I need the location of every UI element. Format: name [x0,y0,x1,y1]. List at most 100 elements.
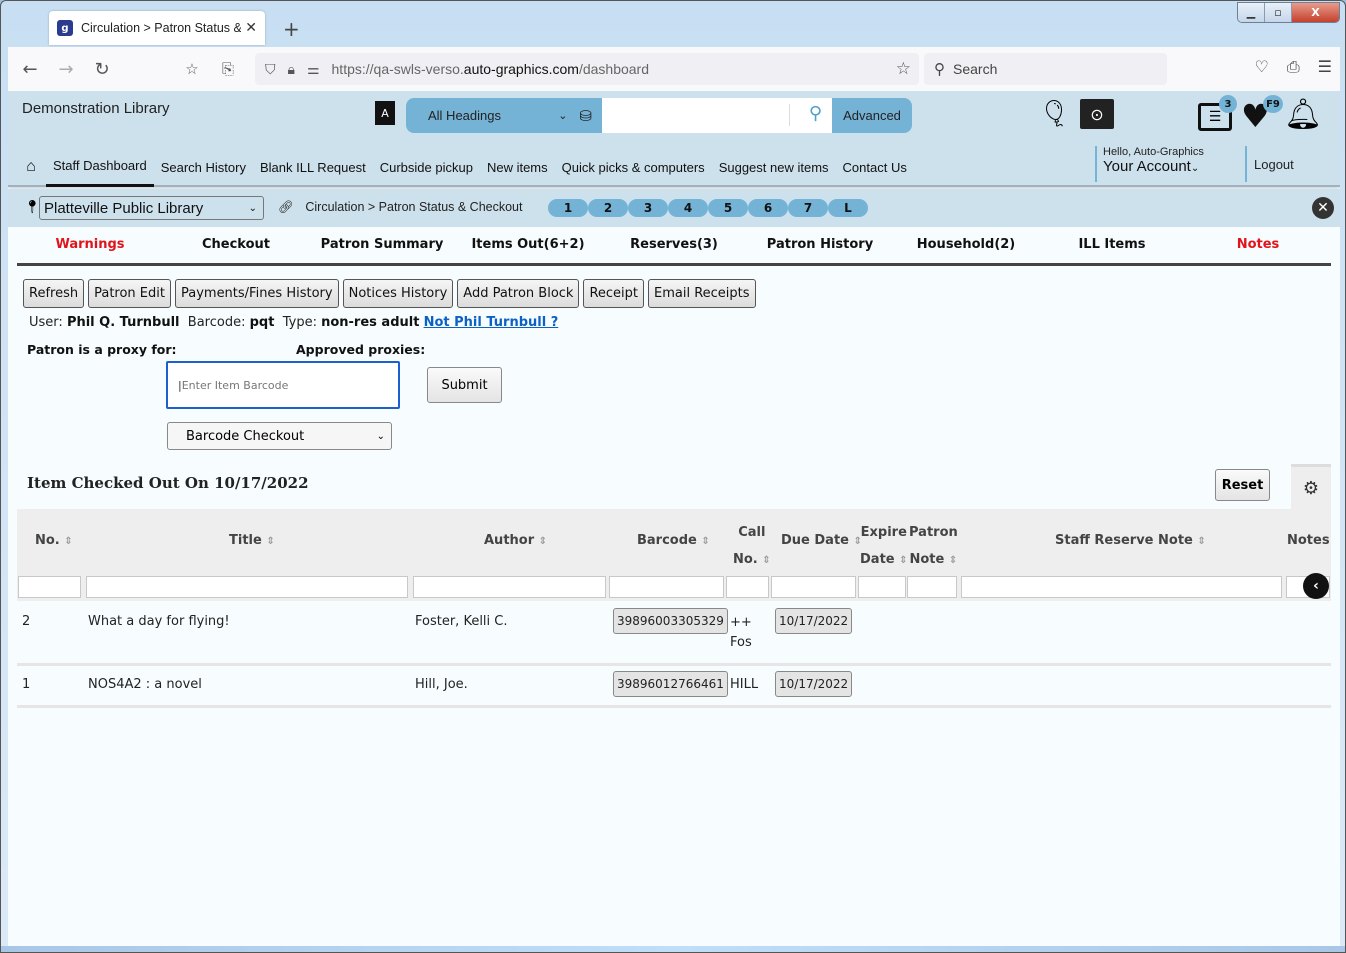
print-icon[interactable]: ⎙ [1287,57,1300,77]
bookmark-page-icon[interactable]: ☆ [174,60,210,78]
menu-item-quick-picks[interactable]: Quick picks & computers [555,147,712,187]
quick-pill-7[interactable]: 7 [788,199,828,217]
tab-items-out[interactable]: Items Out(6+2) [455,227,601,263]
payments-fines-history-button[interactable]: Payments/Fines History [174,279,339,308]
item-barcode-input[interactable]: | Enter Item Barcode [166,361,400,409]
quick-pill-1[interactable]: 1 [548,199,588,217]
menu-item-search-history[interactable]: Search History [154,147,253,187]
sort-icon[interactable]: ⇕ [701,536,709,547]
close-icon[interactable]: ✕ [1312,197,1334,219]
quick-pill-l[interactable]: L [828,199,868,217]
tab-ill-items[interactable]: ILL Items [1039,227,1185,263]
logout-link[interactable]: Logout [1245,146,1294,182]
reload-icon[interactable]: ↻ [84,59,120,80]
back-icon[interactable]: ← [12,59,48,80]
library-select[interactable]: Platteville Public Library ⌄ [39,196,264,220]
balloon-icon[interactable]: 🎈︎ [1038,99,1071,129]
col-author[interactable]: Author ⇕ [484,533,547,548]
star-icon[interactable]: ☆ [896,59,911,79]
col-call-no[interactable]: Call No. ⇕ [733,519,771,574]
filter-title[interactable] [86,576,408,598]
maximize-button[interactable]: ▫ [1265,3,1292,22]
filter-expire-date[interactable] [858,576,906,598]
tab-warnings[interactable]: Warnings [17,227,163,263]
new-tab-button[interactable]: + [283,17,300,41]
url-bar[interactable]: ⛉ 🔒︎ ⚌ https://qa-swls-verso.auto-graphi… [255,53,919,85]
filter-patron-note[interactable] [907,576,957,598]
quick-pill-4[interactable]: 4 [668,199,708,217]
visual-search-icon[interactable]: ⊙ [1080,99,1114,129]
sort-icon[interactable]: ⇕ [539,536,547,547]
row-barcode[interactable]: 39896012766461 [613,671,728,697]
home-icon[interactable]: ⌂ [16,158,46,176]
submit-button[interactable]: Submit [427,367,502,403]
sort-icon[interactable]: ⇕ [266,536,274,547]
sort-icon[interactable]: ⇕ [762,555,770,566]
filter-author[interactable] [413,576,606,598]
notices-history-button[interactable]: Notices History [342,279,454,308]
tab-patron-history[interactable]: Patron History [747,227,893,263]
menu-item-blank-ill-request[interactable]: Blank ILL Request [253,147,373,187]
row-title[interactable]: NOS4A2 : a novel [88,677,202,692]
col-patron-note[interactable]: Patron Note ⇕ [909,519,958,574]
tab-notes[interactable]: Notes [1185,227,1331,263]
patron-edit-button[interactable]: Patron Edit [88,279,171,308]
catalog-search-input[interactable]: ⚲ [602,98,832,133]
refresh-button[interactable]: Refresh [23,279,85,308]
browser-search[interactable]: ⚲ Search [924,53,1167,85]
email-receipts-button[interactable]: Email Receipts [648,279,756,308]
sort-icon[interactable]: ⇕ [64,536,72,547]
forward-icon[interactable]: → [48,59,84,80]
tab-checkout[interactable]: Checkout [163,227,309,263]
row-barcode[interactable]: 39896003305329 [613,608,728,634]
sort-icon[interactable]: ⇕ [1197,536,1205,547]
quick-pill-2[interactable]: 2 [588,199,628,217]
quick-pill-3[interactable]: 3 [628,199,668,217]
filter-staff-reserve-note[interactable] [961,576,1282,598]
filter-barcode[interactable] [609,576,724,598]
add-patron-block-button[interactable]: Add Patron Block [457,279,580,308]
row-title[interactable]: What a day for flying! [88,614,230,629]
database-icon[interactable]: ⛁ [579,107,592,125]
chevron-left-icon[interactable]: ‹ [1303,573,1329,599]
col-title[interactable]: Title ⇕ [229,533,275,548]
row-due-date[interactable]: 10/17/2022 [775,671,853,697]
share-icon[interactable]: ⎘ [210,60,246,78]
col-due-date[interactable]: Due Date ⇕ [781,533,862,548]
checkout-mode-select[interactable]: Barcode Checkout ⌄ [167,422,392,450]
tab-household[interactable]: Household(2) [893,227,1039,263]
tab-patron-summary[interactable]: Patron Summary [309,227,455,263]
tab-reserves[interactable]: Reserves(3) [601,227,747,263]
search-icon[interactable]: ⚲ [809,103,822,124]
menu-item-new-items[interactable]: New items [480,147,555,187]
menu-item-contact-us[interactable]: Contact Us [836,147,914,187]
not-patron-link[interactable]: Not Phil Turnbull ? [424,315,559,330]
close-tab-icon[interactable]: ✕ [245,20,257,36]
close-window-button[interactable]: X [1292,3,1339,22]
menu-item-curbside-pickup[interactable]: Curbside pickup [373,147,480,187]
filter-no[interactable] [18,576,81,598]
reset-button[interactable]: Reset [1215,469,1270,501]
filter-call-no[interactable] [726,576,769,598]
col-staff-reserve-note[interactable]: Staff Reserve Note ⇕ [1055,533,1206,548]
hamburger-menu-icon[interactable]: ☰ [1318,57,1332,77]
account-menu[interactable]: Hello, Auto-Graphics Your Account⌄ [1095,146,1204,182]
gear-icon[interactable]: ⚙ [1291,464,1331,510]
receipt-button[interactable]: Receipt [583,279,645,308]
bell-icon[interactable]: 🔔︎ [1284,97,1322,132]
advanced-search-button[interactable]: Advanced [832,98,912,133]
col-expire-date[interactable]: Expire Date ⇕ [860,519,908,574]
search-scope-select[interactable]: All Headings ⌄ ⛁ [406,98,602,133]
quick-pill-6[interactable]: 6 [748,199,788,217]
col-barcode[interactable]: Barcode ⇕ [637,533,710,548]
sort-icon[interactable]: ⇕ [949,555,957,566]
col-notes[interactable]: Notes [1287,533,1330,548]
sort-icon[interactable]: ⇕ [899,555,907,566]
minimize-button[interactable]: ▁ [1238,3,1265,22]
pocket-icon[interactable]: ♡ [1255,57,1269,77]
quick-pill-5[interactable]: 5 [708,199,748,217]
translate-icon[interactable]: A [375,101,395,125]
row-due-date[interactable]: 10/17/2022 [775,608,853,634]
menu-item-staff-dashboard[interactable]: Staff Dashboard [46,147,154,187]
filter-due-date[interactable] [771,576,856,598]
